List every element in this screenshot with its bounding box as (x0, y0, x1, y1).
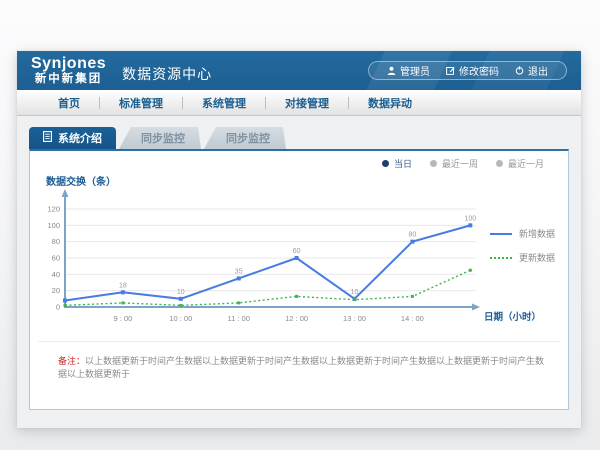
power-icon (515, 66, 524, 75)
tab-sync-monitor-1[interactable]: 同步监控 (119, 127, 201, 149)
radio-dot (430, 160, 437, 167)
tab-system-intro[interactable]: 系统介绍 (29, 127, 116, 149)
svg-text:40: 40 (52, 270, 60, 279)
svg-text:60: 60 (52, 254, 60, 263)
radio-dot (496, 160, 503, 167)
tab-bar: 系统介绍 同步监控 同步监控 (29, 127, 286, 149)
nav-item-system-mgmt[interactable]: 系统管理 (183, 95, 265, 111)
svg-text:80: 80 (52, 237, 60, 246)
svg-text:0: 0 (56, 303, 60, 312)
svg-text:13 : 00: 13 : 00 (343, 314, 366, 323)
svg-text:100: 100 (48, 221, 60, 230)
svg-text:18: 18 (119, 282, 127, 289)
svg-text:12 : 00: 12 : 00 (285, 314, 308, 323)
radio-last-week-label: 最近一周 (442, 157, 478, 170)
svg-text:120: 120 (48, 205, 60, 214)
svg-text:10: 10 (351, 289, 359, 296)
footnote: 备注：以上数据更新于时间产生数据以上数据更新于时间产生数据以上数据更新于时间产生… (58, 355, 548, 380)
nav-item-standard-mgmt[interactable]: 标准管理 (100, 95, 182, 111)
tab-system-intro-label: 系统介绍 (58, 130, 102, 146)
svg-text:11 : 00: 11 : 00 (228, 314, 250, 323)
radio-last-month-label: 最近一月 (508, 157, 544, 170)
footnote-prefix: 备注： (58, 356, 85, 366)
edit-icon (446, 66, 455, 75)
user-menu-logout[interactable]: 退出 (507, 63, 556, 78)
time-range-filter: 当日 最近一周 最近一月 (382, 157, 544, 170)
app-window: Synjones 新中新集团 数据资源中心 管理员 修改密码 退出 (17, 51, 581, 428)
app-header: Synjones 新中新集团 数据资源中心 管理员 修改密码 退出 (17, 51, 581, 90)
radio-dot (382, 160, 389, 167)
data-exchange-line-chart: 0 20 40 60 80 100 120 9 : 00 10 : 00 11 : 00 12 : … (48, 181, 538, 331)
svg-text:10 : 00: 10 : 00 (169, 314, 192, 323)
user-menu-change-password[interactable]: 修改密码 (438, 63, 507, 78)
logo-subtext: 新中新集团 (35, 73, 103, 85)
main-nav: 首页 标准管理 系统管理 对接管理 数据异动 (17, 90, 581, 116)
legend-new-data: 新增数据 (490, 227, 555, 240)
svg-text:35: 35 (235, 268, 243, 275)
svg-text:10: 10 (177, 289, 185, 296)
nav-item-home[interactable]: 首页 (39, 95, 99, 111)
blue-line-swatch (490, 233, 512, 235)
user-menu-admin[interactable]: 管理员 (379, 63, 438, 78)
radio-today[interactable]: 当日 (382, 157, 412, 170)
footnote-text: 以上数据更新于时间产生数据以上数据更新于时间产生数据以上数据更新于时间产生数据以… (58, 356, 544, 379)
logo-text: Synjones (31, 56, 106, 73)
svg-text:日期（小时）: 日期（小时） (484, 311, 538, 323)
radio-last-month[interactable]: 最近一月 (496, 157, 544, 170)
legend-new-data-label: 新增数据 (519, 227, 555, 240)
svg-text:20: 20 (52, 286, 60, 295)
user-menu-logout-label: 退出 (528, 63, 548, 78)
legend-updated-data-label: 更新数据 (519, 251, 555, 264)
tab-sync-monitor-2[interactable]: 同步监控 (204, 127, 286, 149)
content-area: 系统介绍 同步监控 同步监控 当日 最近一周 (17, 116, 581, 428)
tab-sync-monitor-1-label: 同步监控 (141, 130, 185, 146)
svg-text:100: 100 (464, 215, 476, 222)
svg-text:9 : 00: 9 : 00 (114, 314, 133, 323)
green-dotted-swatch (490, 257, 512, 259)
user-menu-change-password-label: 修改密码 (459, 63, 499, 78)
brand-logo: Synjones 新中新集团 (31, 56, 106, 86)
nav-item-interface-mgmt[interactable]: 对接管理 (266, 95, 348, 111)
svg-text:80: 80 (409, 232, 417, 239)
radio-last-week[interactable]: 最近一周 (430, 157, 478, 170)
legend-updated-data: 更新数据 (490, 251, 555, 264)
user-menu-admin-label: 管理员 (400, 63, 430, 78)
section-divider (38, 341, 560, 342)
nav-item-data-change[interactable]: 数据异动 (349, 95, 431, 111)
chart-panel: 当日 最近一周 最近一月 数据交换（条） 0204060801001209 : … (29, 149, 569, 410)
page-title: 数据资源中心 (122, 64, 212, 84)
user-icon (387, 66, 396, 75)
tab-sync-monitor-2-label: 同步监控 (226, 130, 270, 146)
radio-today-label: 当日 (394, 157, 412, 170)
user-menu: 管理员 修改密码 退出 (368, 61, 567, 80)
svg-text:14 : 00: 14 : 00 (401, 314, 424, 323)
svg-text:60: 60 (293, 248, 301, 255)
chart-legend: 新增数据 更新数据 (490, 227, 555, 264)
document-icon (43, 131, 52, 145)
